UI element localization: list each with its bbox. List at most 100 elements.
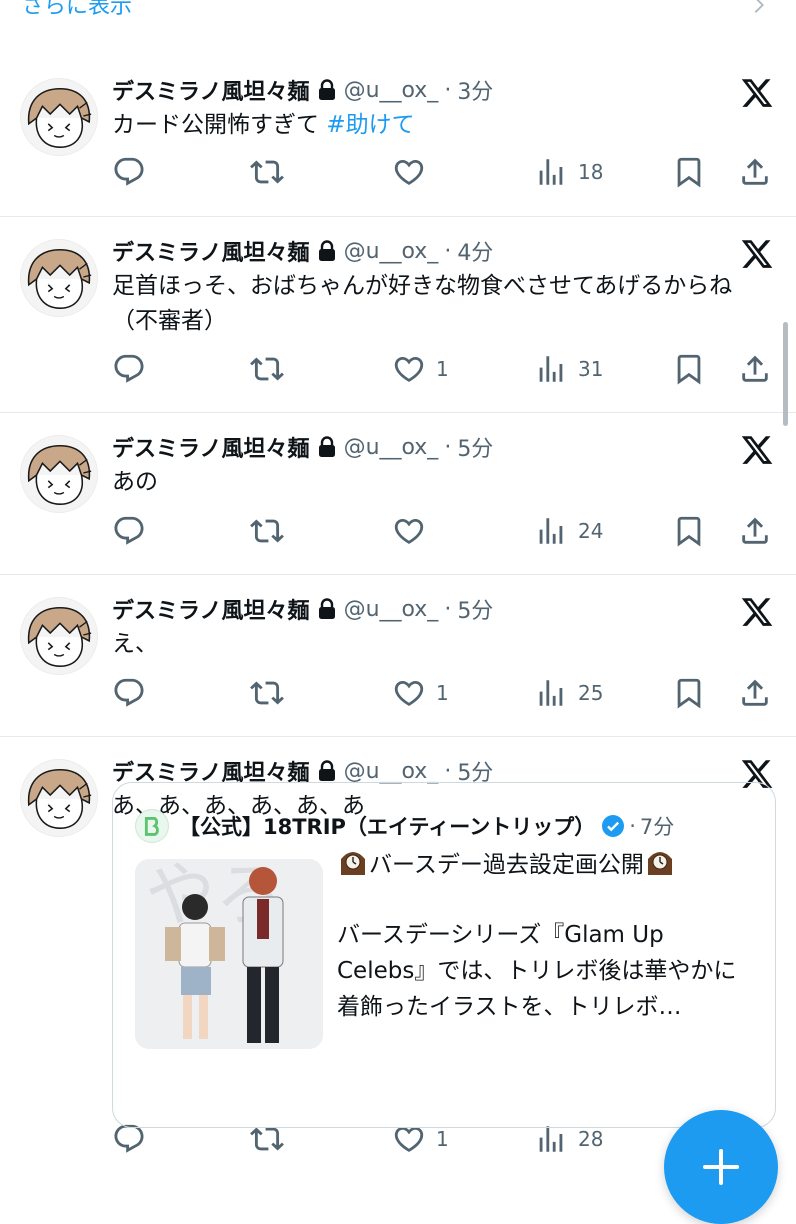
like-button[interactable] xyxy=(392,513,436,549)
views-button[interactable]: 18 xyxy=(534,154,603,190)
reply-button[interactable] xyxy=(112,675,146,711)
avatar[interactable] xyxy=(20,597,98,675)
views-icon xyxy=(534,514,568,548)
mantelpiece-clock-icon xyxy=(341,852,365,875)
display-name[interactable]: デスミラノ風坦々麺 xyxy=(112,431,310,463)
timestamp[interactable]: 4分 xyxy=(457,235,493,267)
separator-dot: · xyxy=(629,814,636,838)
bookmark-icon xyxy=(672,352,706,386)
tweet-header: デスミラノ風坦々麺 @u__ox_ · 5分 xyxy=(112,431,493,463)
retweet-icon xyxy=(250,352,284,386)
tweet-text: え、 xyxy=(112,631,158,657)
share-button[interactable] xyxy=(738,675,772,711)
quoted-timestamp[interactable]: 7分 xyxy=(640,811,674,841)
bookmark-button[interactable] xyxy=(672,154,706,190)
tweet-header: デスミラノ風坦々麺 @u__ox_ · 3分 xyxy=(112,74,493,106)
heart-icon xyxy=(392,514,426,548)
lock-icon xyxy=(318,760,336,782)
display-name[interactable]: デスミラノ風坦々麺 xyxy=(112,74,310,106)
like-count: 1 xyxy=(436,357,449,381)
bookmark-icon xyxy=(672,155,706,189)
like-count: 1 xyxy=(436,1127,449,1151)
bookmark-button[interactable] xyxy=(672,351,706,387)
mantelpiece-clock-icon xyxy=(647,852,672,875)
share-button[interactable] xyxy=(738,351,772,387)
show-more-link[interactable]: さらに表示 xyxy=(22,0,132,20)
reply-button[interactable] xyxy=(112,513,146,549)
verified-badge-icon xyxy=(602,815,625,837)
quoted-display-name[interactable]: 【公式】18TRIP（エイティーントリップ） xyxy=(179,811,595,841)
like-button[interactable]: 1 xyxy=(392,351,449,387)
avatar[interactable] xyxy=(20,759,98,837)
tweet[interactable]: デスミラノ風坦々麺 @u__ox_ · 5分 あの 24 xyxy=(0,413,796,575)
views-button[interactable]: 31 xyxy=(534,351,603,387)
tweet-text: カード公開怖すぎて #助けて xyxy=(112,108,762,143)
handle[interactable]: @u__ox_ xyxy=(344,435,439,460)
avatar[interactable] xyxy=(20,435,98,513)
quoted-avatar xyxy=(135,809,169,843)
bookmark-icon xyxy=(672,514,706,548)
tweet-text: あの xyxy=(112,469,158,495)
avatar[interactable] xyxy=(20,78,98,156)
avatar[interactable] xyxy=(20,239,98,317)
bookmark-button[interactable] xyxy=(672,513,706,549)
bookmark-button[interactable] xyxy=(672,675,706,711)
tweet[interactable]: デスミラノ風坦々麺 @u__ox_ · 3分 カード公開怖すぎて #助けて 18 xyxy=(0,56,796,217)
display-name[interactable]: デスミラノ風坦々麺 xyxy=(112,593,310,625)
timestamp[interactable]: 5分 xyxy=(457,431,493,463)
retweet-button[interactable] xyxy=(250,675,284,711)
timestamp[interactable]: 5分 xyxy=(457,593,493,625)
handle[interactable]: @u__ox_ xyxy=(344,239,439,264)
quoted-tweet-card[interactable]: 【公式】18TRIP（エイティーントリップ） · 7分 やろ バースデー過去設定… xyxy=(112,782,776,1128)
x-logo-icon xyxy=(740,595,774,629)
view-count: 28 xyxy=(578,1127,604,1151)
x-logo-icon xyxy=(740,433,774,467)
reply-icon xyxy=(112,352,146,386)
tweet-header: デスミラノ風坦々麺 @u__ox_ · 4分 xyxy=(112,235,493,267)
scrollbar[interactable] xyxy=(783,322,788,426)
handle[interactable]: @u__ox_ xyxy=(344,78,439,103)
like-button[interactable] xyxy=(392,154,436,190)
views-button[interactable]: 24 xyxy=(534,513,603,549)
separator-dot: · xyxy=(444,238,452,264)
quoted-media-image[interactable]: やろ xyxy=(135,859,323,1049)
share-icon xyxy=(738,352,772,386)
lock-icon xyxy=(318,240,336,262)
view-count: 24 xyxy=(578,519,604,543)
retweet-button[interactable] xyxy=(250,513,284,549)
tweet[interactable]: デスミラノ風坦々麺 @u__ox_ · 5分 え、 1 25 xyxy=(0,575,796,737)
timestamp[interactable]: 3分 xyxy=(457,74,493,106)
handle[interactable]: @u__ox_ xyxy=(344,759,439,784)
tweet-text: 足首ほっそ、おばちゃんが好きな物食べさせてあげるからね（不審者） xyxy=(112,273,733,334)
share-button[interactable] xyxy=(738,513,772,549)
heart-icon xyxy=(392,155,426,189)
retweet-button[interactable] xyxy=(250,351,284,387)
compose-button[interactable] xyxy=(664,1110,778,1224)
quoted-tweet-text: バースデー過去設定画公開 バースデーシリーズ『Glam Up Celebs』では… xyxy=(337,847,757,1025)
quoted-tweet-header: 【公式】18TRIP（エイティーントリップ） · 7分 xyxy=(135,809,674,843)
view-count: 31 xyxy=(578,357,604,381)
share-button[interactable] xyxy=(738,154,772,190)
lock-icon xyxy=(318,79,336,101)
reply-icon xyxy=(112,514,146,548)
quoted-tweet-title: バースデー過去設定画公開 xyxy=(369,852,644,878)
heart-icon xyxy=(392,352,426,386)
tweet-actions: 24 xyxy=(112,513,776,549)
quoted-tweet-title-row: バースデー過去設定画公開 xyxy=(337,847,757,883)
show-more-row[interactable]: さらに表示 xyxy=(0,0,796,48)
display-name[interactable]: デスミラノ風坦々麺 xyxy=(112,235,310,267)
reply-button[interactable] xyxy=(112,154,146,190)
handle[interactable]: @u__ox_ xyxy=(344,597,439,622)
quoted-tweet-body: バースデーシリーズ『Glam Up Celebs』では、トリレボ後は華やかに着飾… xyxy=(337,922,737,1020)
retweet-button[interactable] xyxy=(250,154,284,190)
views-icon xyxy=(534,676,568,710)
tweet[interactable]: デスミラノ風坦々麺 @u__ox_ · 4分 足首ほっそ、おばちゃんが好きな物食… xyxy=(0,217,796,413)
hashtag-link[interactable]: #助けて xyxy=(326,112,414,138)
like-button[interactable]: 1 xyxy=(392,675,449,711)
views-button[interactable]: 25 xyxy=(534,675,603,711)
reply-button[interactable] xyxy=(112,351,146,387)
tweet-text-body: カード公開怖すぎて xyxy=(112,112,327,138)
tweet-actions: 1 25 xyxy=(112,675,776,711)
separator-dot: · xyxy=(444,77,452,103)
